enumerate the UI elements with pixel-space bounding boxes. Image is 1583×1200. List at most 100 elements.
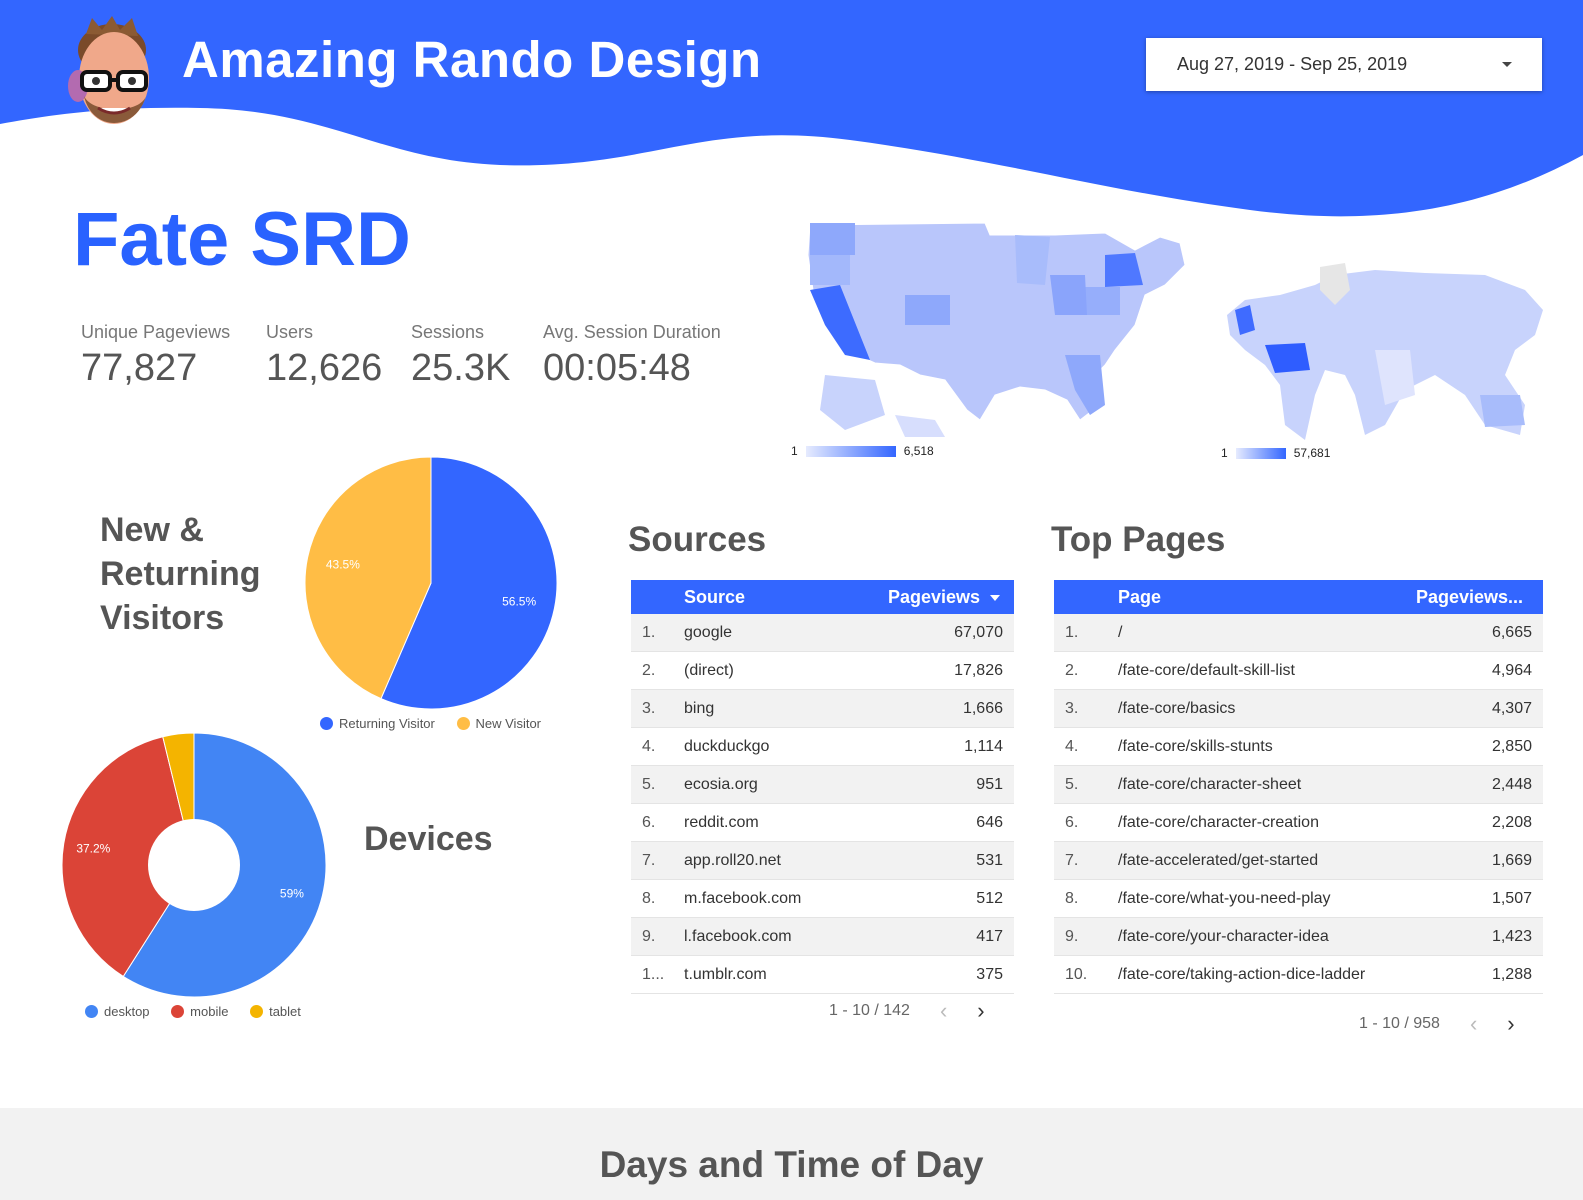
scale-gradient: [1235, 447, 1286, 459]
visitors-heading: New & Returning Visitors: [100, 508, 261, 640]
row-source: duckduckgo: [684, 727, 844, 766]
page-title: Fate SRD: [73, 197, 411, 282]
row-index: 5.: [1054, 765, 1118, 804]
kpi-unique-pageviews: Unique Pageviews 77,827: [81, 322, 230, 390]
row-source: (direct): [684, 651, 844, 690]
row-pageviews: 417: [843, 917, 1014, 956]
brand-title: Amazing Rando Design: [182, 31, 762, 88]
row-pageviews: 2,448: [1398, 765, 1543, 804]
table-row[interactable]: 1. google 67,070: [631, 614, 1014, 652]
row-index: 4.: [1054, 727, 1118, 766]
legend-label: desktop: [104, 1004, 150, 1019]
devices-donut-chart[interactable]: 59% 37.2%: [60, 731, 328, 999]
row-pageviews: 6,665: [1398, 614, 1543, 652]
visitors-heading-line: Returning: [100, 555, 261, 593]
top-pages-table: Page Pageviews... 1./6,665 2./fate-core/…: [1054, 580, 1543, 994]
table-row[interactable]: 6./fate-core/character-creation 2,208: [1054, 803, 1543, 842]
legend-dot: [250, 1005, 264, 1018]
legend-dot: [456, 717, 470, 730]
kpi-sessions: Sessions 25.3K: [411, 322, 510, 390]
table-row[interactable]: 4. duckduckgo 1,114: [631, 727, 1014, 766]
row-pageviews: 2,208: [1398, 803, 1543, 842]
visitors-pie-chart[interactable]: 56.5% 43.5%: [303, 455, 559, 711]
table-row[interactable]: 2. (direct) 17,826: [631, 651, 1014, 690]
row-source: app.roll20.net: [684, 841, 844, 880]
scale-min: 1: [1221, 446, 1228, 460]
chevron-right-icon[interactable]: ›: [977, 998, 984, 1024]
table-row[interactable]: 8. m.facebook.com 512: [631, 879, 1014, 918]
chevron-down-icon[interactable]: [1502, 62, 1512, 67]
kpi-value: 25.3K: [411, 347, 511, 389]
us-geo-map[interactable]: [805, 215, 1195, 445]
row-pageviews: 4,964: [1398, 651, 1543, 690]
pie-data-label: 37.2%: [76, 841, 110, 855]
avatar: [68, 16, 149, 124]
row-page: /fate-core/your-character-idea: [1118, 917, 1399, 956]
table-row[interactable]: 7./fate-accelerated/get-started 1,669: [1054, 841, 1543, 880]
visitors-heading-line: Visitors: [100, 599, 225, 637]
row-index: 8.: [631, 879, 684, 918]
table-row[interactable]: 1... t.umblr.com 375: [631, 955, 1014, 994]
table-row[interactable]: 2./fate-core/default-skill-list 4,964: [1054, 651, 1543, 690]
kpi-users: Users 12,626: [266, 322, 382, 390]
table-row[interactable]: 8./fate-core/what-you-need-play 1,507: [1054, 879, 1543, 918]
row-page: /fate-core/character-sheet: [1118, 765, 1399, 804]
row-pageviews: 17,826: [843, 651, 1014, 690]
table-row[interactable]: 1./6,665: [1054, 614, 1543, 652]
pageviews-column-header[interactable]: Pageviews: [843, 580, 1014, 614]
table-row[interactable]: 9. l.facebook.com 417: [631, 917, 1014, 956]
row-source: t.umblr.com: [684, 955, 844, 994]
table-row[interactable]: 9./fate-core/your-character-idea 1,423: [1054, 917, 1543, 956]
row-pageviews: 4,307: [1398, 689, 1543, 728]
row-index: 1...: [631, 955, 684, 994]
legend-item-tablet: tablet: [250, 1004, 301, 1019]
scale-max: 57,681: [1293, 446, 1331, 460]
world-geo-map[interactable]: [1225, 255, 1545, 445]
scale-min: 1: [791, 444, 798, 458]
row-index: 9.: [1054, 917, 1118, 956]
page-column-header[interactable]: Page: [1118, 580, 1399, 614]
row-pageviews: 375: [843, 955, 1014, 994]
top-pages-heading: Top Pages: [1051, 520, 1226, 559]
sources-heading: Sources: [628, 520, 767, 559]
row-page: /: [1118, 614, 1399, 652]
row-index: 3.: [1054, 689, 1118, 728]
row-pageviews: 2,850: [1398, 727, 1543, 766]
row-source: reddit.com: [684, 803, 844, 842]
row-pageviews: 1,288: [1398, 955, 1543, 994]
table-row[interactable]: 4./fate-core/skills-stunts 2,850: [1054, 727, 1543, 766]
pageviews-header-label: Pageviews: [887, 586, 980, 607]
row-page: /fate-core/default-skill-list: [1118, 651, 1399, 690]
date-range-picker[interactable]: Aug 27, 2019 - Sep 25, 2019: [1146, 38, 1542, 91]
row-pageviews: 531: [843, 841, 1014, 880]
table-row[interactable]: 3./fate-core/basics 4,307: [1054, 689, 1543, 728]
table-row[interactable]: 7. app.roll20.net 531: [631, 841, 1014, 880]
table-row[interactable]: 3. bing 1,666: [631, 689, 1014, 728]
legend-item-new: New Visitor: [456, 716, 541, 731]
row-page: /fate-core/basics: [1118, 689, 1399, 728]
chevron-right-icon[interactable]: ›: [1507, 1011, 1514, 1037]
row-source: l.facebook.com: [684, 917, 844, 956]
sources-table: Source Pageviews 1. google 67,070 2. (direc…: [631, 580, 1014, 994]
pageviews-column-header[interactable]: Pageviews...: [1398, 580, 1543, 614]
row-index: 6.: [631, 803, 684, 842]
row-source: google: [684, 614, 844, 652]
legend-dot: [171, 1005, 185, 1018]
row-pageviews: 1,666: [843, 689, 1014, 728]
table-row[interactable]: 5. ecosia.org 951: [631, 765, 1014, 804]
table-row[interactable]: 10./fate-core/taking-action-dice-ladder 1…: [1054, 955, 1543, 994]
kpi-label: Sessions: [411, 322, 485, 342]
row-pageviews: 951: [843, 765, 1014, 804]
row-index: 5.: [631, 765, 684, 804]
sort-desc-icon[interactable]: [990, 594, 1000, 601]
chevron-left-icon[interactable]: ‹: [940, 998, 947, 1024]
table-row[interactable]: 5./fate-core/character-sheet 2,448: [1054, 765, 1543, 804]
chevron-left-icon[interactable]: ‹: [1470, 1011, 1477, 1037]
row-index: 1.: [631, 614, 684, 652]
legend-item-desktop: desktop: [85, 1004, 150, 1019]
table-row[interactable]: 6. reddit.com 646: [631, 803, 1014, 842]
row-source: ecosia.org: [684, 765, 844, 804]
source-column-header[interactable]: Source: [684, 580, 844, 614]
pie-data-label: 59%: [280, 886, 304, 900]
legend-dot: [320, 717, 333, 730]
